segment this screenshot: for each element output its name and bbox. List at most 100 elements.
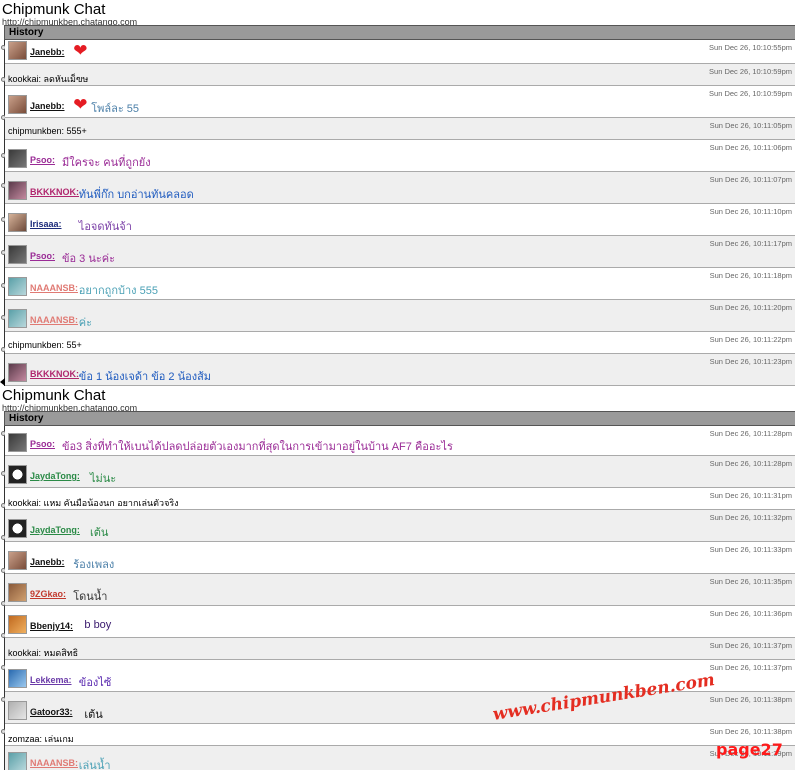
avatar-girl-icon[interactable] xyxy=(8,213,27,232)
chat-window-2: Chipmunk Chat http://chipmunkben.chatang… xyxy=(0,386,795,770)
avatar-woman-icon[interactable] xyxy=(8,551,27,570)
username-link[interactable]: BKKKNOK: xyxy=(30,369,79,379)
message-timestamp: Sun Dec 26, 10:11:28pm xyxy=(709,459,792,468)
message-timestamp: Sun Dec 26, 10:11:18pm xyxy=(709,271,792,280)
message-row: Sun Dec 26, 10:11:05pm chipmunkben: 555+ xyxy=(5,118,795,140)
chat-frame: History Sun Dec 26, 10:10:55pm Janebb: ❤ Su… xyxy=(0,25,795,386)
username-link[interactable]: JaydaTong: xyxy=(30,525,80,535)
username-link[interactable]: Gatoor33: xyxy=(30,707,73,717)
avatar-dark-icon[interactable] xyxy=(8,245,27,264)
message-row: Sun Dec 26, 10:11:38pm Gatoor33: เต้น xyxy=(5,692,795,724)
username-link[interactable]: Bbenjy14: xyxy=(30,621,73,631)
message-timestamp: Sun Dec 26, 10:11:22pm xyxy=(709,335,792,344)
app-title: Chipmunk Chat xyxy=(2,1,106,18)
message-text: เล่นน้ำ xyxy=(78,760,111,770)
message-text: ไม่นะ xyxy=(90,473,117,485)
message-text: โพล์ละ 55 xyxy=(91,103,140,115)
message-timestamp: Sun Dec 26, 10:11:38pm xyxy=(709,727,792,736)
message-row: Sun Dec 26, 10:11:28pm JaydaTong: ไม่นะ xyxy=(5,456,795,488)
avatar-gray-icon[interactable] xyxy=(8,701,27,720)
message-row: Sun Dec 26, 10:11:22pm chipmunkben: 55+ xyxy=(5,332,795,354)
message-text: อยากถูกบ้าง 555 xyxy=(78,285,158,297)
anon-message-text: zomzaa: เล่นเกม xyxy=(8,734,74,744)
username-link[interactable]: JaydaTong: xyxy=(30,471,80,481)
message-text: ค่ะ xyxy=(78,317,93,329)
message-timestamp: Sun Dec 26, 10:11:28pm xyxy=(709,429,792,438)
username-link[interactable]: BKKKNOK: xyxy=(30,187,79,197)
message-text: ข้อ 3 นะค่ะ xyxy=(62,253,116,265)
avatar-teal-icon[interactable] xyxy=(8,752,27,770)
avatar-dark-icon[interactable] xyxy=(8,149,27,168)
message-row: Sun Dec 26, 10:11:28pm Psoo: ข้อ3 สิ่งที่ท… xyxy=(5,426,795,456)
username-link[interactable]: Lekkema: xyxy=(30,675,72,685)
username-link[interactable]: Psoo: xyxy=(30,439,55,449)
message-timestamp: Sun Dec 26, 10:11:37pm xyxy=(709,663,792,672)
message-text: เต้น xyxy=(90,527,109,539)
username-link[interactable]: Janebb: xyxy=(30,101,65,111)
message-text: โดนน้ำ xyxy=(73,591,108,603)
message-timestamp: Sun Dec 26, 10:11:10pm xyxy=(709,207,792,216)
message-row: Sun Dec 26, 10:10:59pm Janebb: ❤ โพล์ละ 55 xyxy=(5,86,795,118)
message-timestamp: Sun Dec 26, 10:11:33pm xyxy=(709,545,792,554)
username-link[interactable]: Psoo: xyxy=(30,155,55,165)
avatar-panda-icon[interactable] xyxy=(8,519,27,538)
message-row: Sun Dec 26, 10:11:23pm BKKKNOK: ข้อ 1 น้อง… xyxy=(5,354,795,386)
message-row: Sun Dec 26, 10:11:36pm Bbenjy14: b boy xyxy=(5,606,795,638)
username-link[interactable]: NAAANSB: xyxy=(30,315,78,325)
watermark-page: page27 xyxy=(716,740,783,759)
message-row: Sun Dec 26, 10:11:32pm JaydaTong: เต้น xyxy=(5,510,795,542)
chat-window-1: Chipmunk Chat http://chipmunkben.chatang… xyxy=(0,0,795,386)
avatar-couple-icon[interactable] xyxy=(8,181,27,200)
message-text: ข้อ 1 น้องเจด้า ข้อ 2 น้องส้ม xyxy=(78,371,212,383)
message-timestamp: Sun Dec 26, 10:10:59pm xyxy=(709,67,792,76)
message-text: ร้องเพลง xyxy=(73,559,115,571)
message-timestamp: Sun Dec 26, 10:11:36pm xyxy=(709,609,792,618)
username-link[interactable]: Psoo: xyxy=(30,251,55,261)
username-link[interactable]: NAAANSB: xyxy=(30,758,78,768)
heart-icon: ❤ xyxy=(73,95,88,115)
app-title: Chipmunk Chat xyxy=(2,387,106,404)
avatar-woman-icon[interactable] xyxy=(8,41,27,60)
history-header[interactable]: History xyxy=(4,25,795,40)
message-row: Sun Dec 26, 10:11:33pm Janebb: ร้องเพลง xyxy=(5,542,795,574)
avatar-woman-icon[interactable] xyxy=(8,95,27,114)
history-header[interactable]: History xyxy=(4,411,795,426)
message-timestamp: Sun Dec 26, 10:11:35pm xyxy=(709,577,792,586)
message-row: Sun Dec 26, 10:11:20pm NAAANSB: ค่ะ xyxy=(5,300,795,332)
message-row: Sun Dec 26, 10:10:59pm kookkai: ลดหันเม็ฃ… xyxy=(5,64,795,86)
avatar-teal-icon[interactable] xyxy=(8,277,27,296)
message-row: Sun Dec 26, 10:11:10pm Irisaaa: ไอจดทันจ้า xyxy=(5,204,795,236)
message-timestamp: Sun Dec 26, 10:11:37pm xyxy=(709,641,792,650)
message-row: Sun Dec 26, 10:11:18pm NAAANSB: อยากถูกบ้า… xyxy=(5,268,795,300)
avatar-teal-icon[interactable] xyxy=(8,309,27,328)
message-row: Sun Dec 26, 10:11:35pm 9ZGkao: โดนน้ำ xyxy=(5,574,795,606)
avatar-dark-icon[interactable] xyxy=(8,433,27,452)
avatar-brown-icon[interactable] xyxy=(8,583,27,602)
username-link[interactable]: Irisaaa: xyxy=(30,219,62,229)
username-link[interactable]: Janebb: xyxy=(30,557,65,567)
message-timestamp: Sun Dec 26, 10:10:55pm xyxy=(709,43,792,52)
message-timestamp: Sun Dec 26, 10:11:05pm xyxy=(709,121,792,130)
message-timestamp: Sun Dec 26, 10:11:07pm xyxy=(709,175,792,184)
username-link[interactable]: NAAANSB: xyxy=(30,283,78,293)
message-text: เต้น xyxy=(84,709,103,721)
anon-message-text: kookkai: ลดหันเม็ฃษ xyxy=(8,74,89,84)
username-link[interactable]: Janebb: xyxy=(30,47,65,57)
message-timestamp: Sun Dec 26, 10:11:31pm xyxy=(709,491,792,500)
message-row: Sun Dec 26, 10:11:38pm zomzaa: เล่นเกม xyxy=(5,724,795,746)
message-timestamp: Sun Dec 26, 10:11:06pm xyxy=(709,143,792,152)
message-text: ทันพี่ก๊ก บกอ่านทันคลอด xyxy=(78,189,194,201)
message-row: Sun Dec 26, 10:11:39pm NAAANSB: เล่นน้ำ xyxy=(5,746,795,770)
message-timestamp: Sun Dec 26, 10:11:38pm xyxy=(709,695,792,704)
message-text: มีใครจะ คนที่ถูกยัง xyxy=(62,157,151,169)
message-text: b boy xyxy=(84,619,112,631)
avatar-blue-icon[interactable] xyxy=(8,669,27,688)
avatar-panda-icon[interactable] xyxy=(8,465,27,484)
heart-icon: ❤ xyxy=(73,41,88,61)
anon-message-text: chipmunkben: 55+ xyxy=(8,340,82,350)
username-link[interactable]: 9ZGkao: xyxy=(30,589,66,599)
avatar-couple-icon[interactable] xyxy=(8,363,27,382)
message-row: Sun Dec 26, 10:11:31pm kookkai: แหม คันมื… xyxy=(5,488,795,510)
avatar-orange-icon[interactable] xyxy=(8,615,27,634)
message-timestamp: Sun Dec 26, 10:11:20pm xyxy=(709,303,792,312)
